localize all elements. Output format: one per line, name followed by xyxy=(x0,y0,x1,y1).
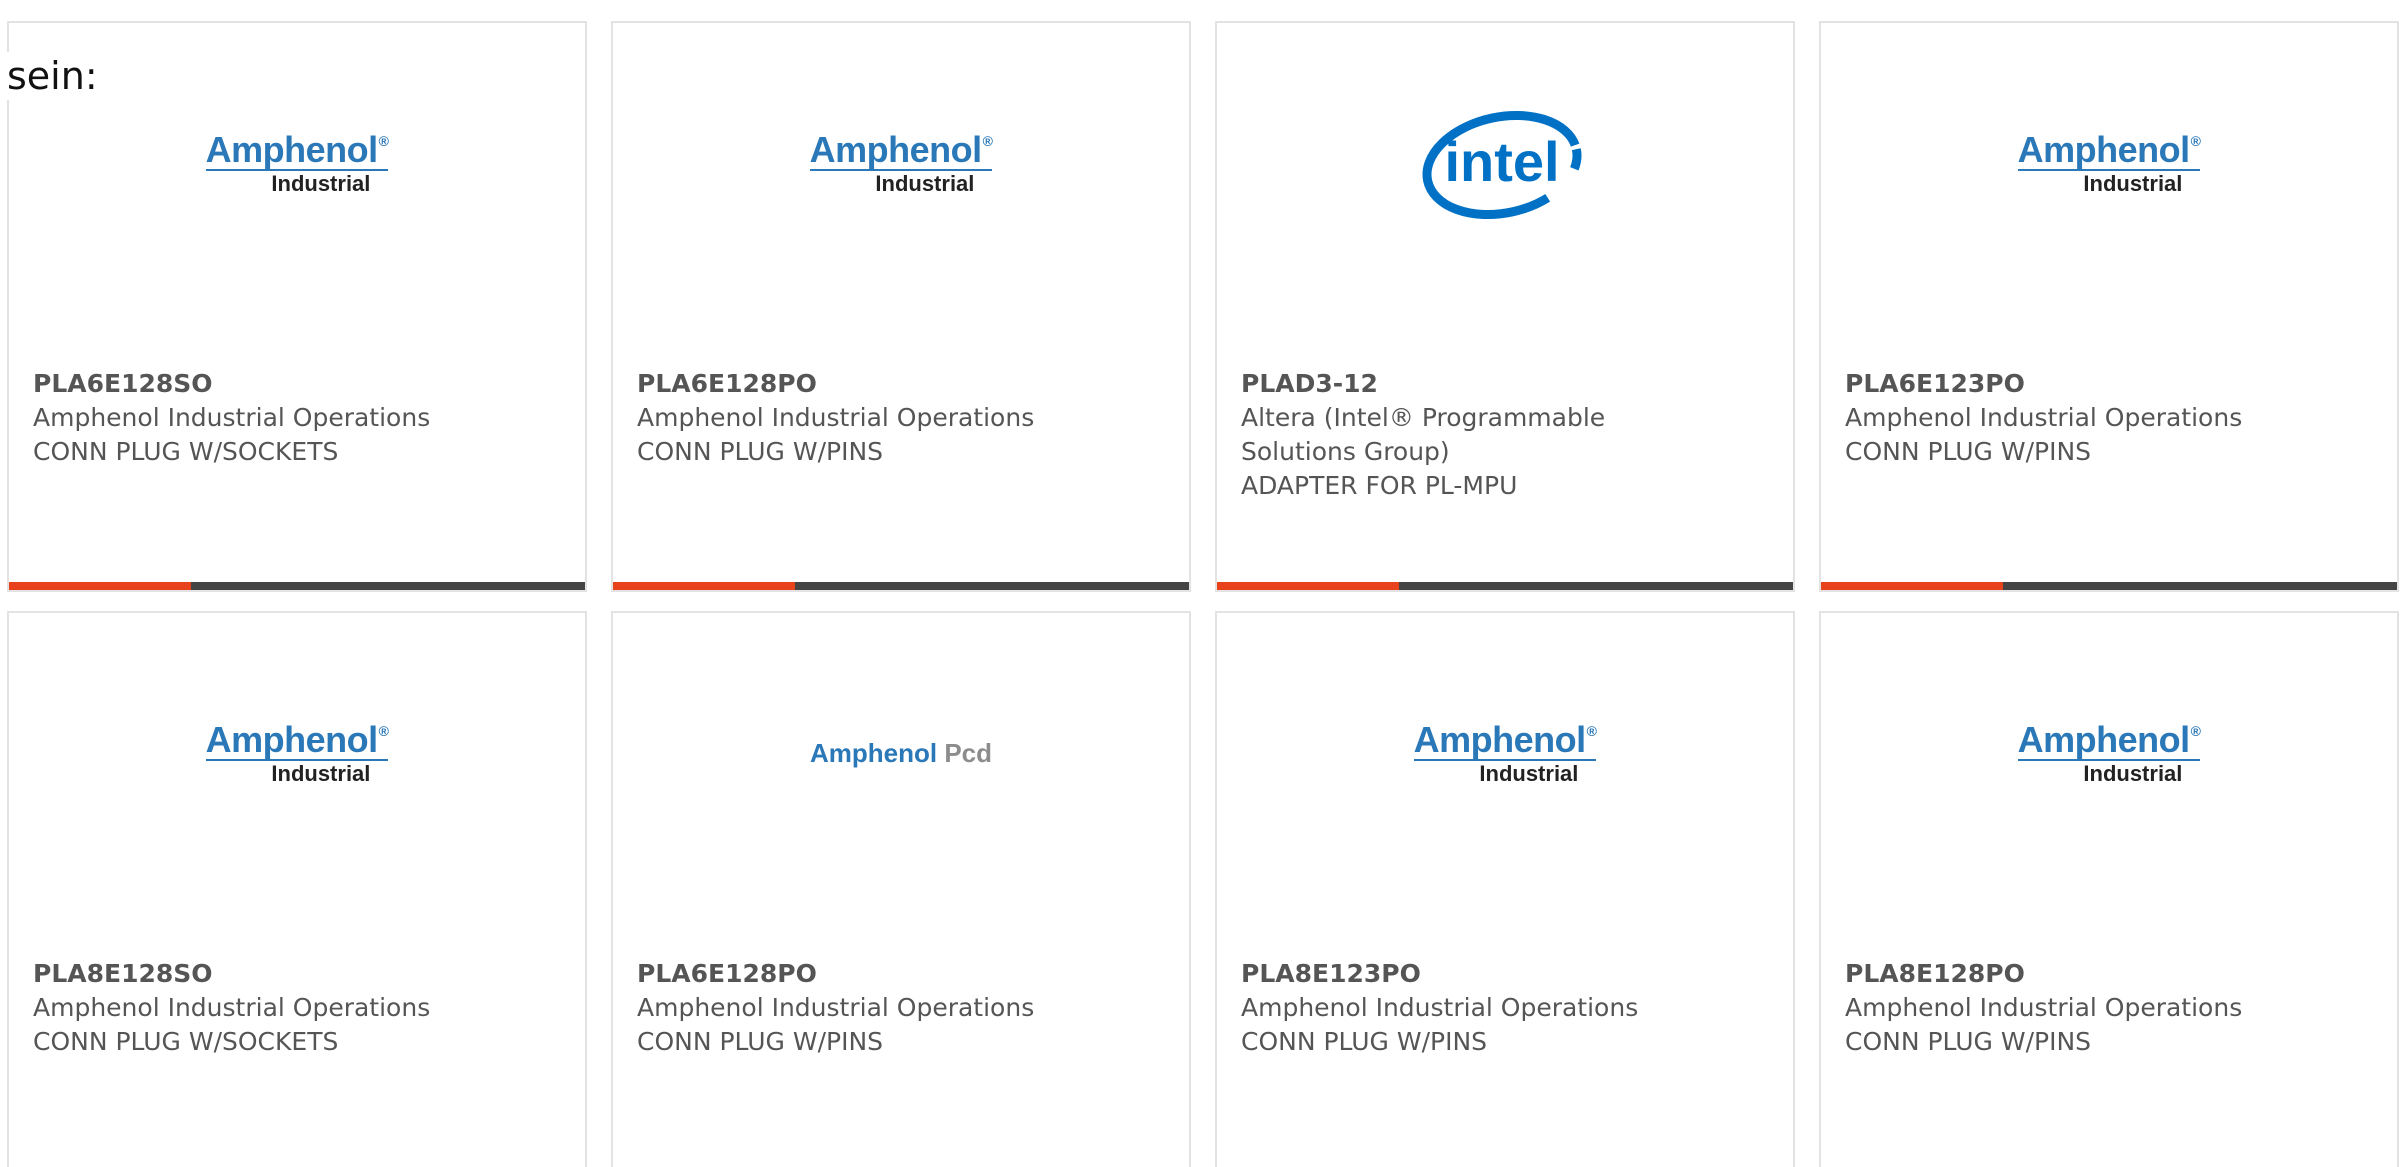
intel-logo: intel xyxy=(1420,93,1590,233)
product-card[interactable]: Amphenol Pcd PLA6E128PO Amphenol Industr… xyxy=(611,611,1191,1167)
product-info: PLA8E123PO Amphenol Industrial Operation… xyxy=(1241,957,1769,1059)
part-number[interactable]: PLA6E128SO xyxy=(33,367,561,401)
product-description: CONN PLUG W/PINS xyxy=(1845,1027,2092,1056)
product-info: PLA6E128PO Amphenol Industrial Operation… xyxy=(637,957,1165,1059)
product-card[interactable]: intel PLAD3-12 Altera (Intel® Programmab… xyxy=(1215,21,1795,592)
manufacturer-name: Amphenol Industrial Operations xyxy=(637,993,1035,1022)
part-number[interactable]: PLA6E128PO xyxy=(637,957,1165,991)
card-accent xyxy=(1821,582,2003,590)
product-description: CONN PLUG W/PINS xyxy=(1241,1027,1488,1056)
product-description: CONN PLUG W/PINS xyxy=(637,437,884,466)
manufacturer-logo: Amphenol® Industrial xyxy=(1821,93,2397,233)
part-number[interactable]: PLA8E123PO xyxy=(1241,957,1769,991)
product-description: CONN PLUG W/PINS xyxy=(1845,437,2092,466)
manufacturer-name: Amphenol Industrial Operations xyxy=(33,403,431,432)
amphenol-industrial-logo: Amphenol® Industrial xyxy=(2017,718,2201,786)
product-info: PLA6E128PO Amphenol Industrial Operation… xyxy=(637,367,1165,469)
product-card[interactable]: Amphenol® Industrial PLA6E128SO Amphenol… xyxy=(7,21,587,592)
product-card[interactable]: Amphenol® Industrial PLA8E123PO Amphenol… xyxy=(1215,611,1795,1167)
card-bottom-bar xyxy=(1217,582,1793,590)
part-number[interactable]: PLA6E128PO xyxy=(637,367,1165,401)
manufacturer-logo: Amphenol® Industrial xyxy=(1821,683,2397,823)
svg-text:intel: intel xyxy=(1444,130,1559,193)
product-info: PLA8E128SO Amphenol Industrial Operation… xyxy=(33,957,561,1059)
product-description: CONN PLUG W/SOCKETS xyxy=(33,437,339,466)
amphenol-industrial-logo: Amphenol® Industrial xyxy=(205,128,389,196)
manufacturer-name: Amphenol Industrial Operations xyxy=(637,403,1035,432)
product-description: CONN PLUG W/PINS xyxy=(637,1027,884,1056)
manufacturer-logo: Amphenol Pcd xyxy=(613,683,1189,823)
part-number[interactable]: PLA6E123PO xyxy=(1845,367,2373,401)
card-accent xyxy=(1217,582,1399,590)
amphenol-industrial-logo: Amphenol® Industrial xyxy=(809,128,993,196)
manufacturer-logo: Amphenol® Industrial xyxy=(9,93,585,233)
product-card[interactable]: Amphenol® Industrial PLA8E128PO Amphenol… xyxy=(1819,611,2399,1167)
part-number[interactable]: PLA8E128PO xyxy=(1845,957,2373,991)
manufacturer-logo: Amphenol® Industrial xyxy=(1217,683,1793,823)
manufacturer-name: Amphenol Industrial Operations xyxy=(33,993,431,1022)
manufacturer-name: Amphenol Industrial Operations xyxy=(1845,403,2243,432)
card-accent xyxy=(9,582,191,590)
manufacturer-logo: Amphenol® Industrial xyxy=(613,93,1189,233)
intro-text: sein: xyxy=(7,52,98,100)
card-accent xyxy=(613,582,795,590)
amphenol-industrial-logo: Amphenol® Industrial xyxy=(205,718,389,786)
manufacturer-name: Amphenol Industrial Operations xyxy=(1241,993,1639,1022)
page: sein: Amphenol® Industrial PLA6E128SO Am… xyxy=(0,0,2400,1167)
product-card[interactable]: Amphenol® Industrial PLA6E123PO Amphenol… xyxy=(1819,21,2399,592)
amphenol-pcd-logo: Amphenol Pcd xyxy=(809,737,993,768)
manufacturer-logo: intel xyxy=(1217,93,1793,233)
product-info: PLA8E128PO Amphenol Industrial Operation… xyxy=(1845,957,2373,1059)
product-card[interactable]: Amphenol® Industrial PLA8E128SO Amphenol… xyxy=(7,611,587,1167)
product-info: PLA6E128SO Amphenol Industrial Operation… xyxy=(33,367,561,469)
product-info: PLAD3-12 Altera (Intel® Programmable Sol… xyxy=(1241,367,1769,503)
product-description: CONN PLUG W/SOCKETS xyxy=(33,1027,339,1056)
manufacturer-name: Altera (Intel® Programmable Solutions Gr… xyxy=(1241,403,1606,466)
manufacturer-name: Amphenol Industrial Operations xyxy=(1845,993,2243,1022)
part-number[interactable]: PLAD3-12 xyxy=(1241,367,1769,401)
amphenol-industrial-logo: Amphenol® Industrial xyxy=(2017,128,2201,196)
product-info: PLA6E123PO Amphenol Industrial Operation… xyxy=(1845,367,2373,469)
amphenol-industrial-logo: Amphenol® Industrial xyxy=(1413,718,1597,786)
product-description: ADAPTER FOR PL-MPU xyxy=(1241,471,1518,500)
card-bottom-bar xyxy=(9,582,585,590)
product-card[interactable]: Amphenol® Industrial PLA6E128PO Amphenol… xyxy=(611,21,1191,592)
card-bottom-bar xyxy=(1821,582,2397,590)
card-bottom-bar xyxy=(613,582,1189,590)
part-number[interactable]: PLA8E128SO xyxy=(33,957,561,991)
manufacturer-logo: Amphenol® Industrial xyxy=(9,683,585,823)
product-grid: Amphenol® Industrial PLA6E128SO Amphenol… xyxy=(7,21,2399,1167)
